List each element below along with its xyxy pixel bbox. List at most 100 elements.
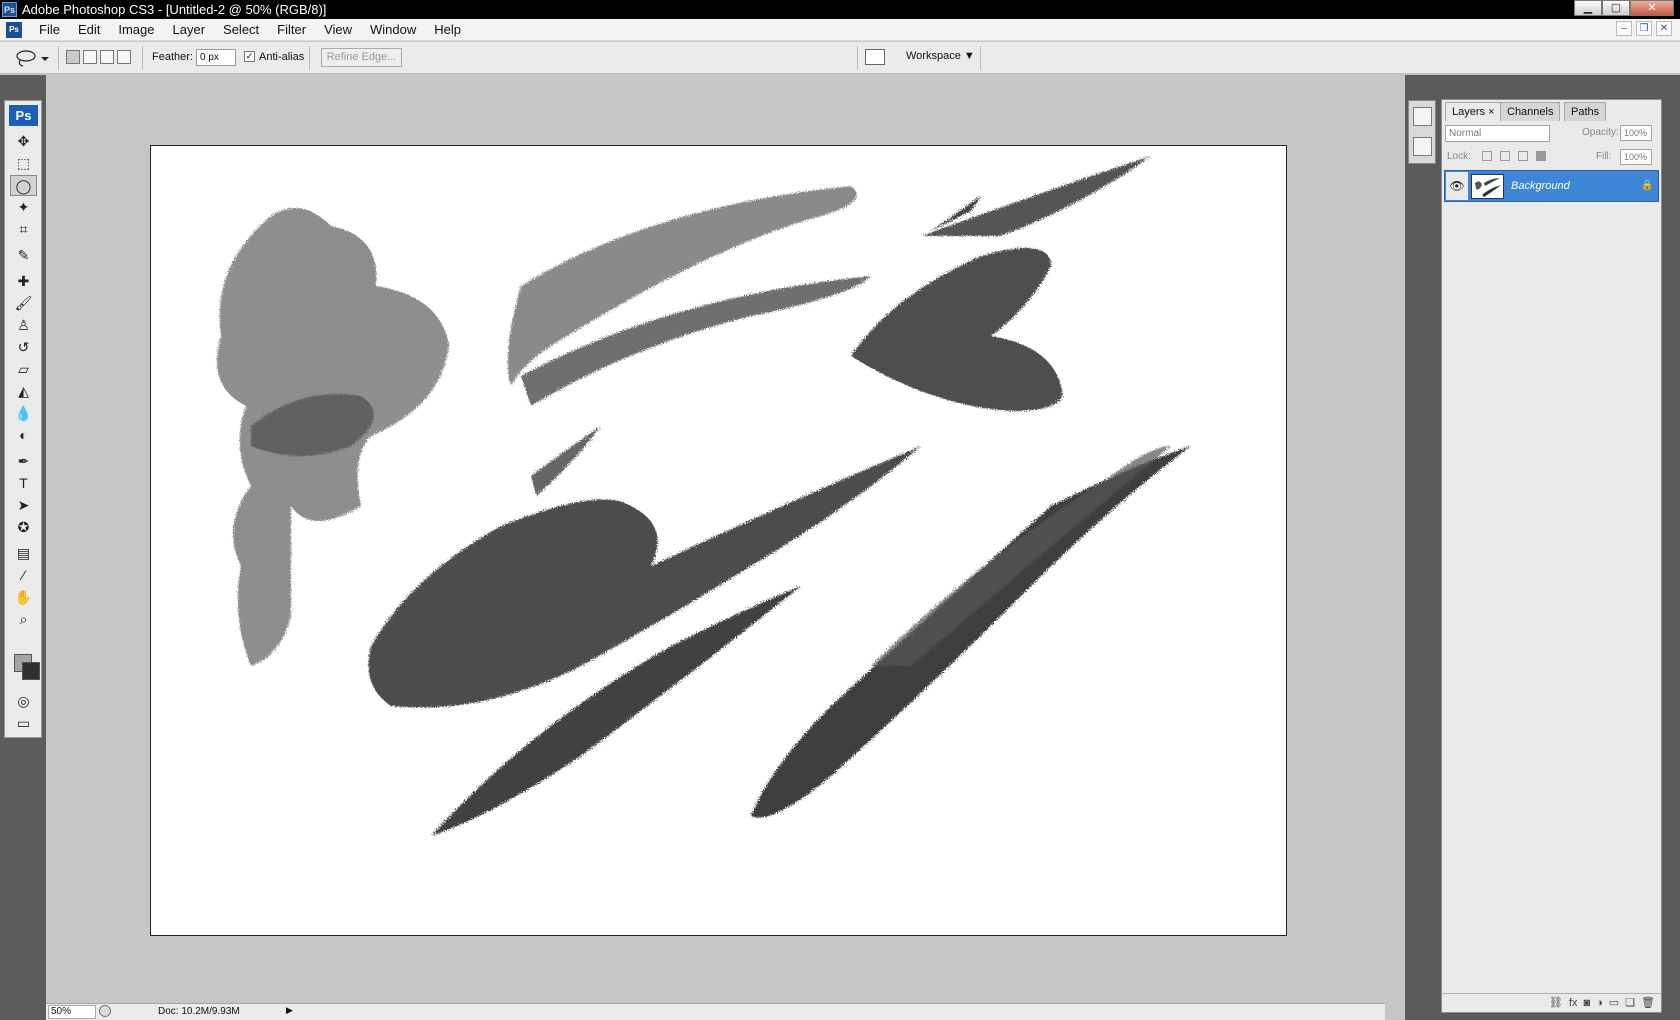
status-menu-arrow-icon[interactable]: ▶ [286, 1005, 296, 1019]
tab-close-icon[interactable]: × [1488, 106, 1494, 118]
history-panel-icon[interactable] [1413, 137, 1432, 156]
lock-pixels-icon[interactable] [1500, 151, 1510, 161]
opacity-label: Opacity: [1582, 127, 1619, 138]
brush-tool-icon[interactable]: 🖌 [10, 293, 37, 314]
zoom-field[interactable]: 50% [48, 1005, 96, 1019]
panel-dock-collapsed [1405, 75, 1439, 1020]
blend-mode-select[interactable]: Normal [1445, 125, 1550, 142]
feather-input[interactable]: 0 px [196, 49, 236, 66]
menu-file[interactable]: File [30, 22, 69, 38]
document-icon[interactable]: Ps [6, 22, 22, 38]
layer-lock-icon: 🔒 [1641, 180, 1654, 191]
history-brush-tool-icon[interactable]: ↺ [10, 337, 37, 358]
options-separator [309, 46, 310, 70]
antialias-label: Anti-alias [259, 51, 305, 63]
pen-tool-icon[interactable]: ✒ [10, 451, 37, 472]
menu-help[interactable]: Help [425, 22, 470, 38]
lasso-tool-preset-icon[interactable] [14, 48, 50, 68]
crop-tool-icon[interactable]: ⌗ [10, 219, 37, 240]
layer-row[interactable]: 👁 Background 🔒 [1444, 170, 1659, 202]
file-browser-icon[interactable] [865, 49, 885, 65]
lock-position-icon[interactable] [1518, 151, 1528, 161]
marquee-tool-icon[interactable]: ⬚ [10, 153, 37, 174]
menu-image[interactable]: Image [109, 22, 163, 38]
quick-mask-icon[interactable]: ◎ [10, 691, 37, 712]
document-size-info: Doc: 10.2M/9.93M [158, 1006, 240, 1017]
options-separator [58, 46, 59, 70]
brush-strokes-artwork [216, 156, 1191, 836]
brushes-panel-icon[interactable] [1413, 107, 1432, 126]
notes-tool-icon[interactable]: ▤ [10, 543, 37, 564]
subtract-selection-icon[interactable] [100, 50, 114, 64]
mask-icon[interactable]: ◙ [1583, 994, 1590, 1012]
new-selection-icon[interactable] [66, 50, 80, 64]
type-tool-icon[interactable]: T [10, 473, 37, 494]
clone-stamp-tool-icon[interactable]: ♙ [10, 315, 37, 336]
photoshop-badge-icon[interactable]: Ps [9, 105, 38, 126]
menu-layer[interactable]: Layer [164, 22, 215, 38]
document-canvas[interactable] [150, 145, 1287, 936]
slice-tool-icon[interactable]: ✎ [10, 245, 37, 266]
options-separator [857, 46, 858, 70]
dodge-tool-icon[interactable]: ◐ [10, 425, 37, 446]
intersect-selection-icon[interactable] [117, 50, 131, 64]
group-icon[interactable]: ▭ [1609, 994, 1619, 1012]
path-selection-tool-icon[interactable]: ➤ [10, 495, 37, 516]
menu-select[interactable]: Select [214, 22, 268, 38]
workspace-button[interactable]: Workspace ▼ [906, 50, 975, 62]
background-color-swatch[interactable] [22, 662, 40, 680]
document-window-controls: – ❐ ✕ [1616, 21, 1672, 36]
opacity-input[interactable]: 100% [1620, 125, 1652, 141]
add-selection-icon[interactable] [83, 50, 97, 64]
minimize-button[interactable]: ▁ [1574, 0, 1602, 16]
collapsed-panel-icons [1408, 100, 1436, 164]
healing-brush-tool-icon[interactable]: ✚ [10, 271, 37, 292]
status-info-icon[interactable] [99, 1005, 111, 1017]
adjustment-icon[interactable]: ◑ [1596, 994, 1603, 1012]
eraser-tool-icon[interactable]: ▱ [10, 359, 37, 380]
magic-wand-tool-icon[interactable]: ✦ [10, 197, 37, 218]
screen-mode-icon[interactable]: ▭ [10, 713, 37, 734]
status-bar: 50% Doc: 10.2M/9.93M ▶ [46, 1003, 1385, 1020]
menu-bar: Ps File Edit Image Layer Select Filter V… [0, 19, 1680, 41]
toolbox: Ps ✥ ⬚ ◯ ✦ ⌗ ✎ ✚ 🖌 ♙ ↺ ▱ ◭ 💧 ◐ ✒ T ➤ ✪ ▤ ⁄ ✋ ⌕ ◎ ▭ [4, 100, 42, 738]
tab-layers-label: Layers [1452, 106, 1486, 118]
window-title: Adobe Photoshop CS3 - [Untitled-2 @ 50% … [22, 2, 327, 17]
menu-filter[interactable]: Filter [268, 22, 315, 38]
tab-layers[interactable]: Layers × [1445, 102, 1502, 121]
menu-list: File Edit Image Layer Select Filter View… [30, 22, 470, 38]
tab-paths[interactable]: Paths [1564, 102, 1607, 121]
title-bar: Ps Adobe Photoshop CS3 - [Untitled-2 @ 5… [0, 0, 1680, 19]
options-separator [142, 46, 143, 70]
blur-tool-icon[interactable]: 💧 [10, 403, 37, 424]
doc-restore-button[interactable]: ❐ [1636, 21, 1652, 36]
maximize-button[interactable]: ▢ [1602, 0, 1630, 16]
lasso-tool-icon[interactable]: ◯ [10, 175, 37, 196]
new-layer-icon[interactable]: ❏ [1625, 994, 1635, 1012]
fx-icon[interactable]: fx [1569, 994, 1578, 1012]
fill-input[interactable]: 100% [1620, 149, 1652, 165]
close-button[interactable]: ✕ [1630, 0, 1674, 16]
tab-channels[interactable]: Channels [1500, 102, 1561, 121]
refine-edge-button[interactable]: Refine Edge... [321, 48, 402, 67]
lock-all-icon[interactable] [1536, 151, 1546, 161]
custom-shape-tool-icon[interactable]: ✪ [10, 517, 37, 538]
menu-window[interactable]: Window [361, 22, 425, 38]
layer-thumbnail-image [1475, 178, 1501, 197]
layer-name: Background [1511, 180, 1570, 192]
menu-view[interactable]: View [315, 22, 361, 38]
eye-icon[interactable]: 👁 [1446, 172, 1468, 200]
doc-minimize-button[interactable]: – [1616, 21, 1632, 36]
trash-icon[interactable]: 🗑 [1641, 994, 1655, 1012]
antialias-checkbox[interactable]: ✓ [244, 51, 255, 62]
lock-transparency-icon[interactable] [1482, 151, 1492, 161]
hand-tool-icon[interactable]: ✋ [10, 587, 37, 608]
zoom-tool-icon[interactable]: ⌕ [10, 609, 37, 630]
doc-close-button[interactable]: ✕ [1656, 21, 1672, 36]
move-tool-icon[interactable]: ✥ [10, 131, 37, 152]
options-separator [980, 46, 981, 70]
paint-bucket-tool-icon[interactable]: ◭ [10, 381, 37, 402]
link-icon[interactable]: ⛓ [1549, 994, 1563, 1012]
menu-edit[interactable]: Edit [69, 22, 109, 38]
eyedropper-tool-icon[interactable]: ⁄ [10, 565, 37, 586]
